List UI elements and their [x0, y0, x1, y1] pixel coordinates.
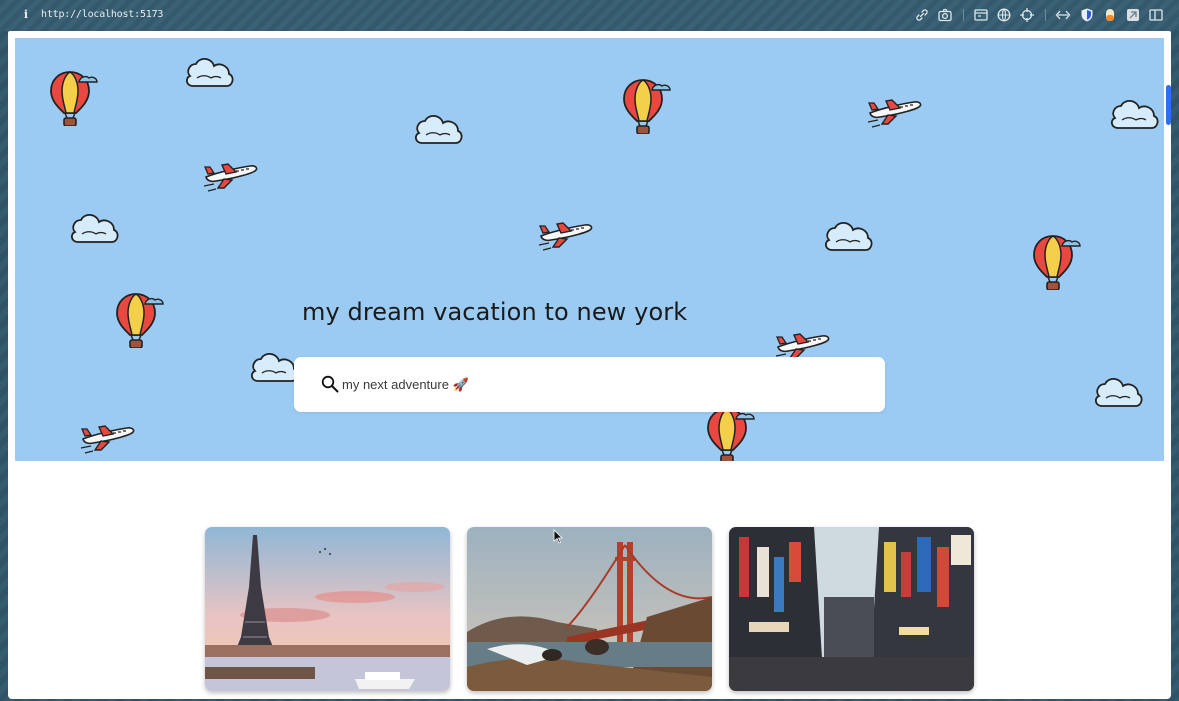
paris-photo: [205, 527, 450, 691]
hot-air-balloon-icon: [618, 76, 672, 134]
cloud-icon: [1092, 368, 1144, 410]
destination-cards: [205, 527, 1005, 697]
crosshair-icon[interactable]: [1019, 7, 1035, 23]
san-francisco-golden-gate-card[interactable]: [467, 527, 712, 691]
info-icon[interactable]: i: [20, 8, 32, 22]
toolbar-divider: [963, 9, 964, 21]
hot-air-balloon-icon: [1028, 232, 1082, 290]
tokyo-street-card[interactable]: [729, 527, 974, 691]
page-title: my dream vacation to new york: [302, 298, 688, 326]
tokyo-photo: [729, 527, 974, 691]
shield-icon[interactable]: [1079, 7, 1095, 23]
scrollbar-thumb[interactable]: [1166, 85, 1171, 125]
search-icon: [321, 375, 339, 393]
airplane-icon: [202, 158, 260, 194]
cloud-icon: [68, 204, 120, 246]
hot-air-balloon-icon: [702, 405, 756, 461]
cloud-icon: [822, 212, 874, 254]
paris-eiffel-tower-card[interactable]: [205, 527, 450, 691]
camera-icon[interactable]: [937, 7, 953, 23]
airplane-icon: [866, 94, 924, 130]
cloud-icon: [1108, 90, 1160, 132]
golden-gate-photo: [467, 527, 712, 691]
cloud-icon: [183, 48, 235, 90]
search-input[interactable]: [342, 373, 862, 395]
airplane-icon: [79, 420, 137, 456]
search-bar[interactable]: [294, 357, 885, 412]
cloud-icon: [248, 343, 300, 385]
cloud-icon: [412, 105, 464, 147]
screen-icon[interactable]: [973, 7, 989, 23]
address-bar-url[interactable]: http://localhost:5173: [41, 8, 163, 22]
page-viewport: my dream vacation to new york: [8, 31, 1171, 699]
code-icon[interactable]: [1055, 7, 1071, 23]
toolbar-divider: [1045, 9, 1046, 21]
bookmark-icon[interactable]: [1125, 7, 1141, 23]
airplane-icon: [537, 217, 595, 253]
globe-icon[interactable]: [996, 7, 1012, 23]
mouse-cursor-icon: [553, 529, 563, 544]
extension-icon[interactable]: [1102, 7, 1118, 23]
sidebar-icon[interactable]: [1148, 7, 1164, 23]
link-icon[interactable]: [914, 7, 930, 23]
hot-air-balloon-icon: [111, 290, 165, 348]
browser-toolbar: i http://localhost:5173: [0, 0, 1179, 31]
hero-banner: my dream vacation to new york: [15, 38, 1164, 461]
hot-air-balloon-icon: [45, 68, 99, 126]
